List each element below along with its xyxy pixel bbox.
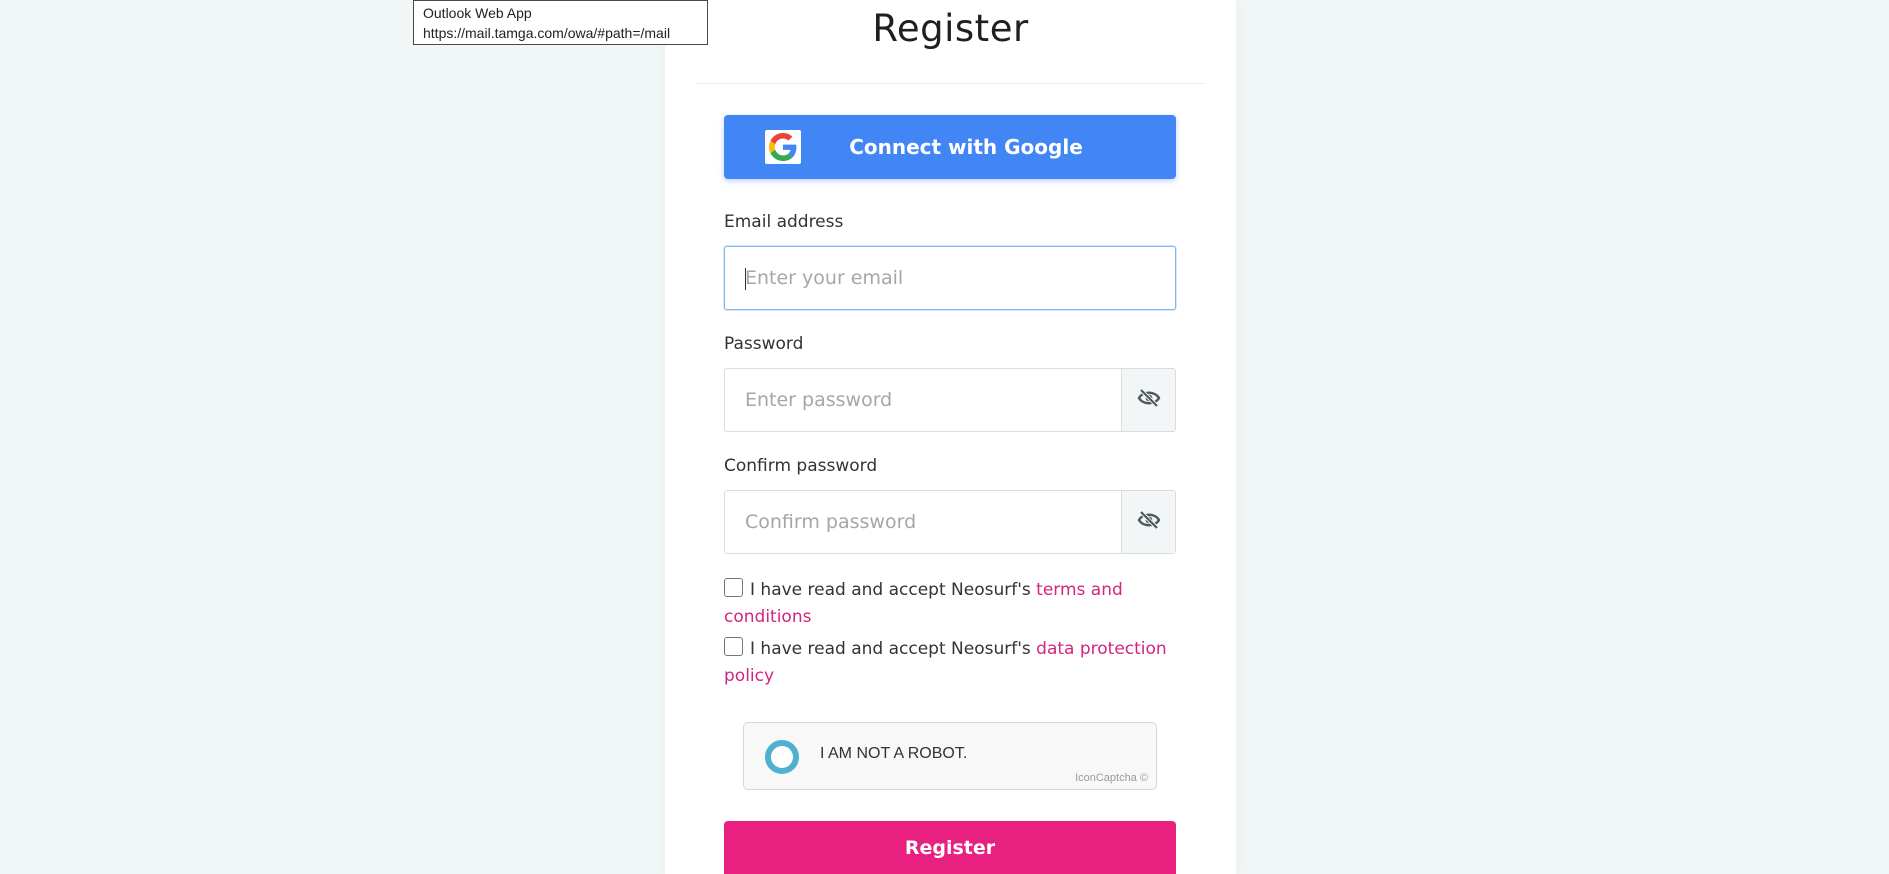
confirm-password-field[interactable] xyxy=(725,491,1123,553)
terms-row: I have read and accept Neosurf's terms a… xyxy=(724,577,1176,631)
email-label: Email address xyxy=(724,212,844,232)
eye-slash-icon xyxy=(1137,510,1161,534)
page-title: Register xyxy=(872,7,1029,50)
privacy-checkbox[interactable] xyxy=(724,637,743,656)
terms-text: I have read and accept Neosurf's xyxy=(750,580,1037,600)
captcha-label: I AM NOT A ROBOT. xyxy=(820,745,968,762)
captcha-widget[interactable]: I AM NOT A ROBOT. IconCaptcha © xyxy=(743,722,1157,790)
link-tooltip: Outlook Web App https://mail.tamga.com/o… xyxy=(413,0,708,45)
password-label: Password xyxy=(724,334,804,354)
email-field[interactable] xyxy=(725,247,1175,309)
password-visibility-toggle[interactable] xyxy=(1121,369,1175,431)
password-field[interactable] xyxy=(725,369,1123,431)
register-card: Register Connect with Google Email addre… xyxy=(665,0,1236,874)
connect-with-google-button[interactable]: Connect with Google xyxy=(724,115,1176,179)
page: Register Connect with Google Email addre… xyxy=(0,0,1889,874)
confirm-password-field-wrapper xyxy=(724,490,1176,554)
tooltip-url: https://mail.tamga.com/owa/#path=/mail xyxy=(423,25,671,41)
tooltip-title: Outlook Web App xyxy=(423,5,532,21)
privacy-text: I have read and accept Neosurf's xyxy=(750,639,1037,659)
google-logo-icon xyxy=(765,130,801,164)
text-caret xyxy=(745,268,746,290)
password-field-wrapper xyxy=(724,368,1176,432)
eye-slash-icon xyxy=(1137,388,1161,412)
privacy-row: I have read and accept Neosurf's data pr… xyxy=(724,636,1176,690)
captcha-circle-icon[interactable] xyxy=(765,740,799,774)
captcha-brand: IconCaptcha © xyxy=(1075,772,1148,784)
terms-checkbox[interactable] xyxy=(724,578,743,597)
connect-with-google-label: Connect with Google xyxy=(849,135,1083,159)
confirm-password-label: Confirm password xyxy=(724,456,878,476)
register-button[interactable]: Register xyxy=(724,821,1176,874)
confirm-password-visibility-toggle[interactable] xyxy=(1121,491,1175,553)
email-field-wrapper xyxy=(724,246,1176,310)
title-divider xyxy=(696,83,1205,84)
